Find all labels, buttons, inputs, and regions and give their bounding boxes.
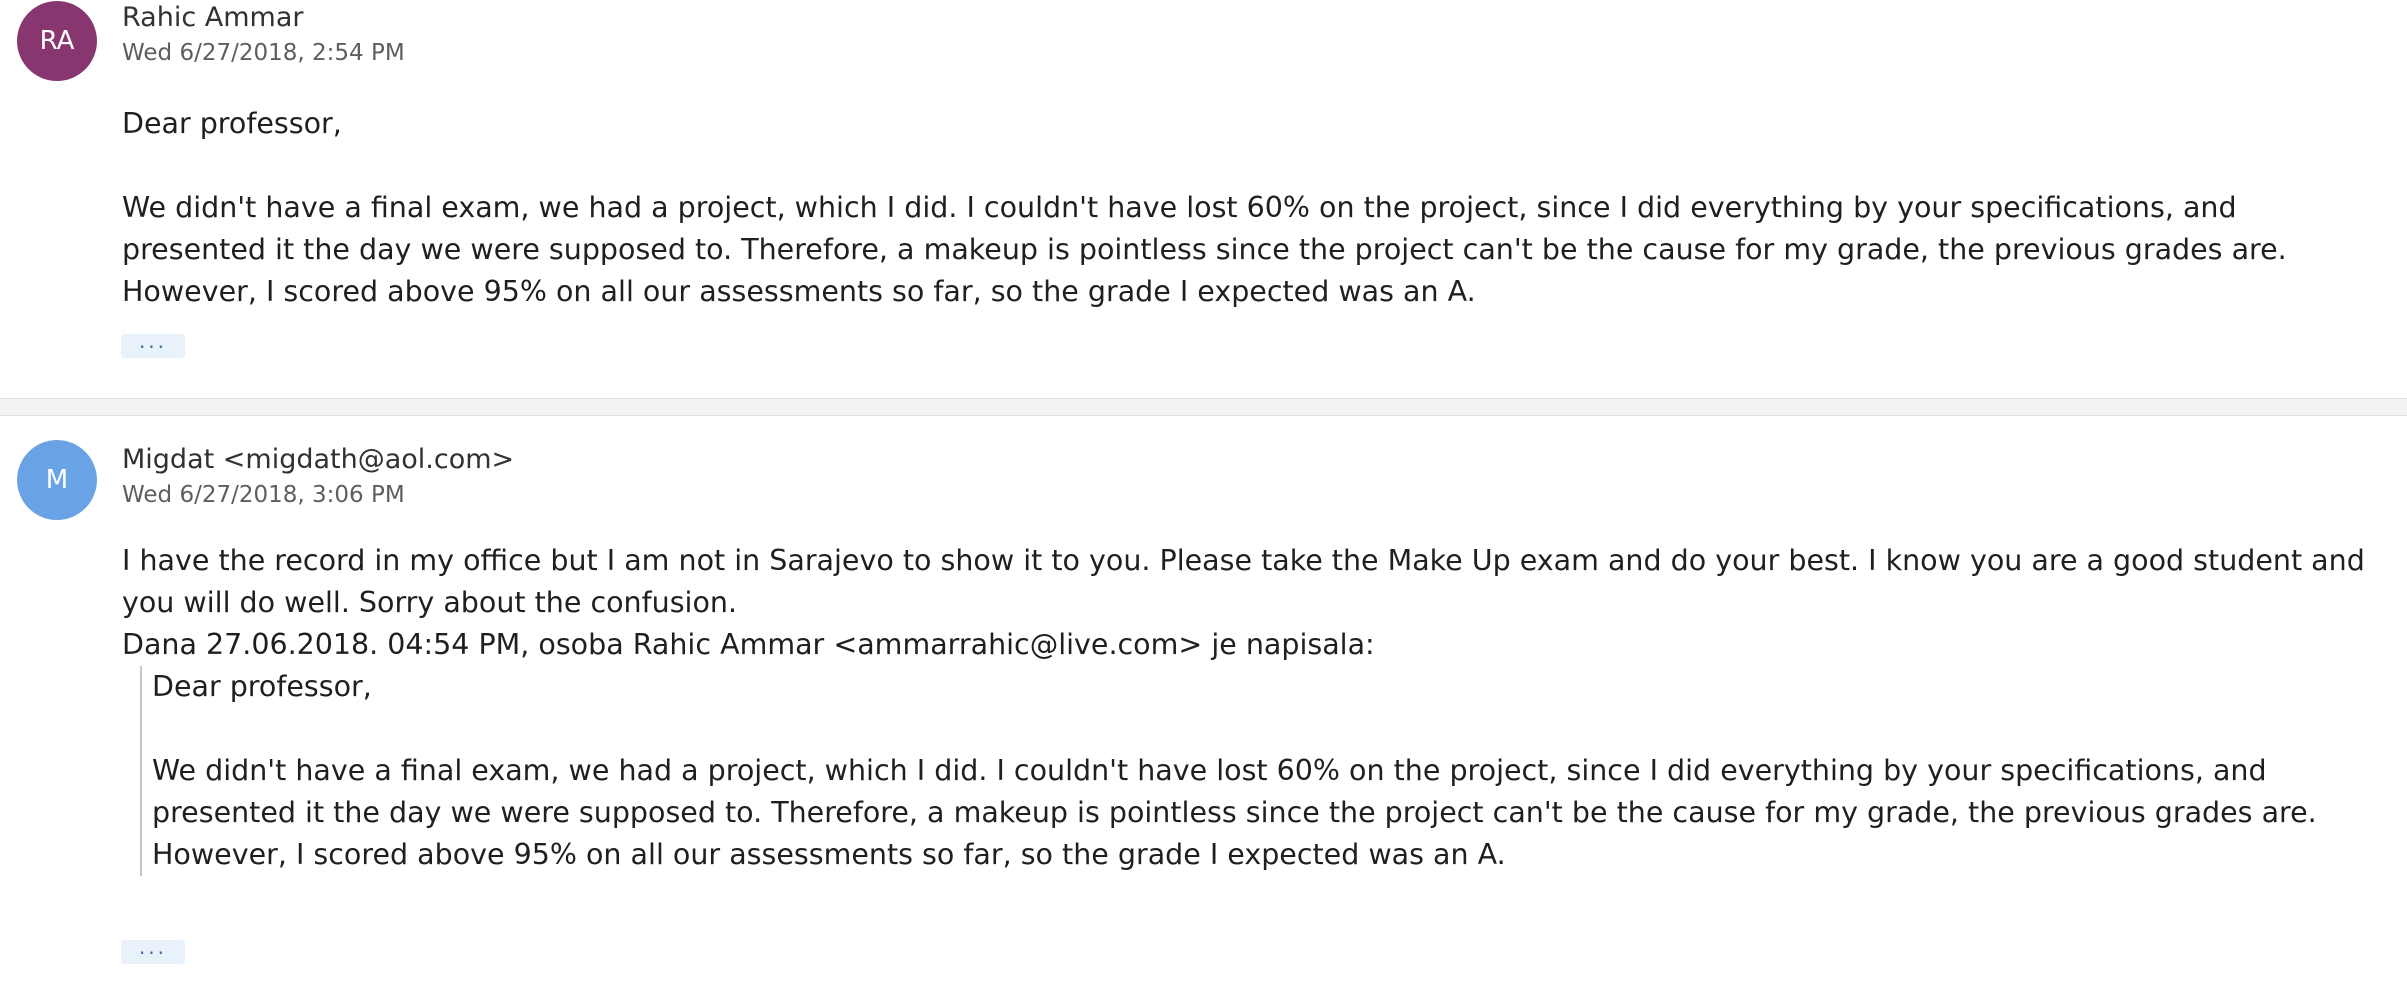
- message-header: Rahic Ammar Wed 6/27/2018, 2:54 PM: [122, 0, 405, 68]
- greeting-text: Dear professor,: [122, 107, 342, 140]
- message-divider: [0, 398, 2407, 416]
- quote-body-text: We didn't have a final exam, we had a pr…: [152, 754, 2317, 871]
- show-more-button[interactable]: ...: [121, 331, 185, 358]
- quote-greeting: Dear professor,: [152, 670, 372, 703]
- sender-name[interactable]: Migdat <migdath@aol.com>: [122, 442, 514, 478]
- message-header: Migdat <migdath@aol.com> Wed 6/27/2018, …: [122, 442, 514, 510]
- email-thread: RA Rahic Ammar Wed 6/27/2018, 2:54 PM De…: [0, 0, 2407, 997]
- sent-date: Wed 6/27/2018, 2:54 PM: [122, 40, 405, 66]
- avatar-initials: M: [45, 465, 69, 495]
- sent-date: Wed 6/27/2018, 3:06 PM: [122, 482, 405, 508]
- quoted-message: Dear professor, We didn't have a final e…: [140, 666, 2372, 876]
- show-more-button[interactable]: ...: [121, 937, 185, 964]
- body-text: I have the record in my office but I am …: [122, 544, 2365, 619]
- sender-name[interactable]: Rahic Ammar: [122, 0, 405, 36]
- quote-header: Dana 27.06.2018. 04:54 PM, osoba Rahic A…: [122, 628, 1375, 661]
- avatar[interactable]: M: [17, 440, 97, 520]
- avatar[interactable]: RA: [17, 1, 97, 81]
- avatar-initials: RA: [39, 26, 75, 56]
- body-text: We didn't have a final exam, we had a pr…: [122, 191, 2287, 308]
- message-body: I have the record in my office but I am …: [122, 540, 2372, 876]
- message-body: Dear professor, We didn't have a final e…: [122, 103, 2372, 313]
